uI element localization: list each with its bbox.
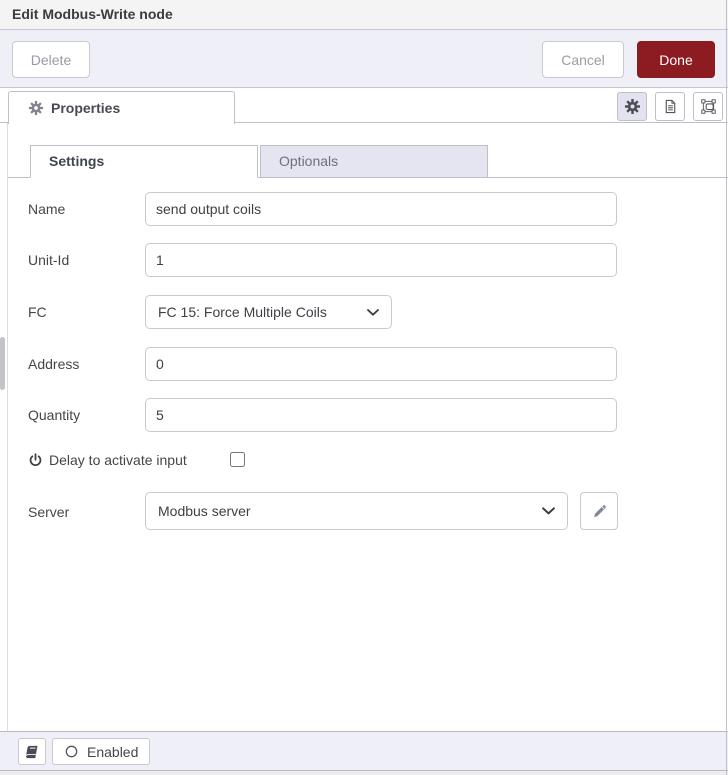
- chevron-down-icon: [367, 308, 379, 316]
- dialog-right-border: [726, 0, 727, 775]
- server-select[interactable]: Modbus server: [145, 492, 568, 530]
- address-input[interactable]: [145, 347, 617, 381]
- edit-node-dialog: Edit Modbus-Write node Delete Cancel Don…: [0, 0, 728, 775]
- pencil-icon: [592, 504, 607, 519]
- quantity-label: Quantity: [28, 407, 81, 423]
- bottom-strip: [0, 771, 728, 775]
- fc-selected-value: FC 15: Force Multiple Coils: [158, 304, 327, 320]
- appearance-icon: [700, 99, 716, 114]
- power-icon: [28, 452, 43, 468]
- fc-select[interactable]: FC 15: Force Multiple Coils: [145, 295, 392, 329]
- properties-gear-button[interactable]: [617, 92, 647, 121]
- delay-label: Delay to activate input: [49, 452, 187, 468]
- document-icon: [663, 99, 678, 114]
- done-button[interactable]: Done: [637, 41, 715, 78]
- name-label: Name: [28, 201, 66, 217]
- docs-button[interactable]: [18, 738, 46, 765]
- gear-icon: [624, 99, 640, 114]
- edit-server-button[interactable]: [580, 492, 618, 530]
- fc-label: FC: [28, 304, 47, 320]
- delay-checkbox[interactable]: [230, 452, 245, 467]
- dialog-footer: Enabled: [0, 731, 728, 771]
- vertical-scrollbar[interactable]: [0, 337, 5, 390]
- unit-id-input[interactable]: [145, 243, 617, 277]
- editor-tray-tabbar: Properties: [0, 88, 728, 124]
- chevron-down-icon: [542, 507, 555, 515]
- editor-content: Settings Optionals Name Unit-Id FC FC 15…: [0, 123, 728, 731]
- description-doc-button[interactable]: [655, 92, 685, 121]
- circle-icon: [65, 745, 78, 758]
- book-icon: [24, 745, 40, 759]
- dialog-title: Edit Modbus-Write node: [12, 6, 173, 22]
- dialog-header: Edit Modbus-Write node: [0, 0, 728, 30]
- server-selected-value: Modbus server: [158, 503, 251, 519]
- gear-icon: [29, 101, 43, 115]
- tab-properties-label: Properties: [51, 100, 121, 116]
- address-label: Address: [28, 356, 80, 372]
- delete-button[interactable]: Delete: [12, 41, 90, 78]
- tab-properties[interactable]: Properties: [8, 91, 235, 124]
- delay-row: Delay to activate input: [28, 452, 187, 468]
- tray-icon-buttons: [617, 92, 723, 121]
- settings-tabbar: Settings Optionals: [30, 145, 488, 178]
- name-input[interactable]: [145, 192, 617, 226]
- tab-settings[interactable]: Settings: [30, 145, 258, 178]
- tab-settings-label: Settings: [49, 153, 105, 169]
- tab-optionals[interactable]: Optionals: [260, 145, 488, 177]
- tab-optionals-label: Optionals: [279, 153, 339, 169]
- content-left-border: [7, 123, 8, 731]
- appearance-button[interactable]: [693, 92, 723, 121]
- unit-id-label: Unit-Id: [28, 252, 70, 268]
- dialog-toolbar: Delete Cancel Done: [0, 30, 728, 88]
- server-label: Server: [28, 504, 70, 520]
- enabled-toggle-button[interactable]: Enabled: [52, 738, 150, 765]
- enabled-label: Enabled: [87, 743, 139, 760]
- cancel-button[interactable]: Cancel: [542, 41, 624, 78]
- quantity-input[interactable]: [145, 398, 617, 432]
